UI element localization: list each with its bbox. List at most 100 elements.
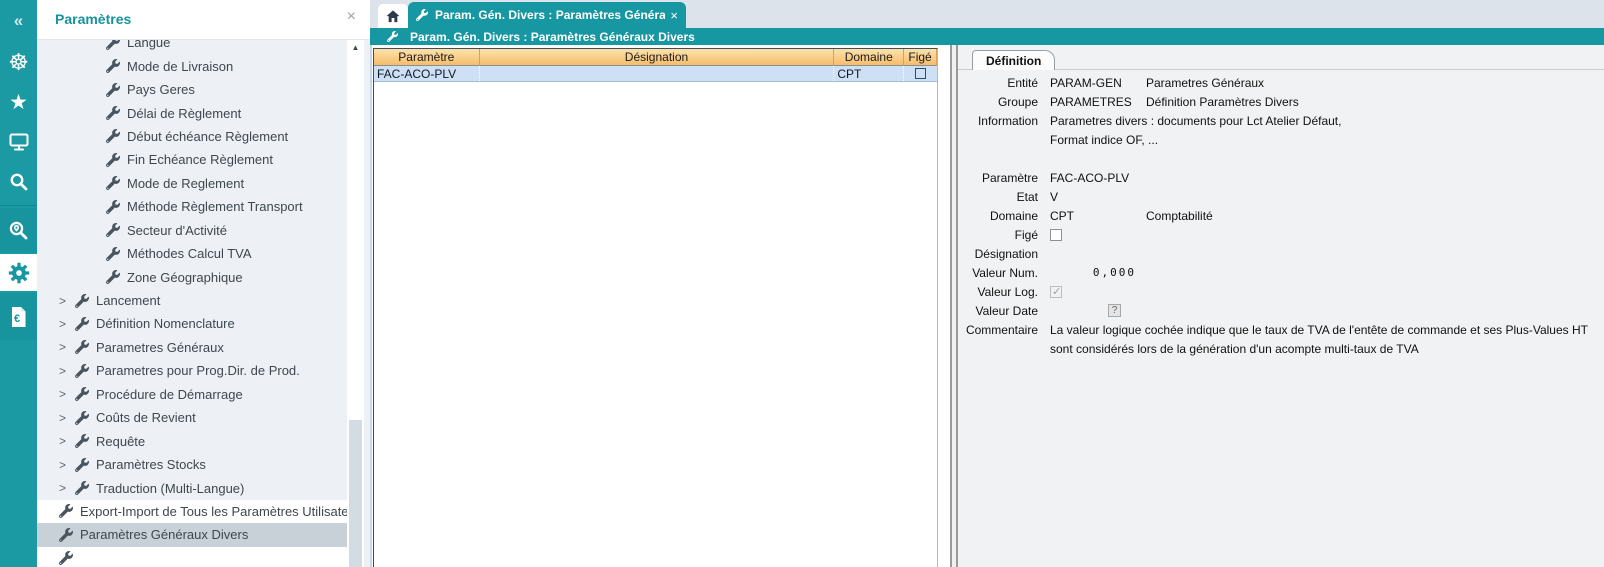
expand-chevron-icon[interactable]: >	[59, 411, 75, 425]
tree-item[interactable]: Export-Import de Tous les Paramètres Uti…	[37, 500, 347, 523]
panel-title: Paramètres	[55, 11, 131, 27]
expand-chevron-icon[interactable]: >	[59, 317, 75, 331]
tree-item[interactable]: Secteur d'Activité	[37, 219, 347, 242]
collapse-sidebar-icon[interactable]: «	[0, 2, 37, 40]
parameters-grid: ParamètreDésignationDomaineFigé FAC-ACO-…	[373, 48, 938, 567]
field-value: CPT	[1050, 209, 1074, 223]
column-header[interactable]: Figé	[904, 49, 937, 66]
expand-chevron-icon[interactable]: >	[59, 434, 75, 448]
column-header[interactable]: Désignation	[480, 49, 835, 66]
tree-item-label: Pays Geres	[127, 82, 195, 97]
tree-item[interactable]: Mode de Reglement	[37, 172, 347, 195]
column-header[interactable]: Paramètre	[374, 49, 480, 66]
wrench-icon	[75, 387, 89, 401]
view-title: Param. Gén. Divers : Paramètres Généraux…	[410, 30, 695, 44]
tree-item[interactable]	[37, 547, 347, 567]
table-row[interactable]: FAC-ACO-PLVCPT	[374, 66, 937, 82]
expand-chevron-icon[interactable]: >	[59, 364, 75, 378]
tab-label: Param. Gén. Divers : Paramètres Généra..…	[435, 8, 665, 22]
scrollbar-up-arrow-icon[interactable]: ▲	[347, 43, 364, 52]
panel-header: Paramètres ×	[37, 0, 370, 40]
search-glyph	[9, 172, 29, 192]
parameters-tree: Langue Mode de Livraison Pays Geres Délai d…	[37, 40, 347, 567]
tree-item-label: Requête	[96, 434, 145, 449]
field-row-commentaire-2: sont considérés lors de la génération d'…	[958, 339, 1604, 358]
tree-item[interactable]: > Parametres pour Prog.Dir. de Prod.	[37, 359, 347, 382]
tree-item[interactable]: Méthode Règlement Transport	[37, 195, 347, 218]
fige-row-checkbox[interactable]	[915, 68, 926, 79]
tree-item-label: Secteur d'Activité	[127, 223, 227, 238]
wrench-icon	[106, 270, 120, 284]
wrench-icon	[106, 223, 120, 237]
tree-item[interactable]: >Coûts de Revient	[37, 406, 347, 429]
invoice-euro-icon[interactable]: €	[0, 293, 37, 340]
tree-scrollbar[interactable]: ▲	[347, 40, 364, 567]
column-header[interactable]: Domaine	[834, 49, 904, 66]
helm-icon[interactable]: ☸	[0, 42, 37, 82]
tree-item-label: Méthodes Calcul TVA	[127, 246, 252, 261]
tree-item[interactable]: > Définition Nomenclature	[37, 312, 347, 335]
tree-item[interactable]: > Requête	[37, 429, 347, 452]
tab-close-icon[interactable]: ×	[670, 9, 678, 22]
tree-item[interactable]: Langue	[37, 40, 347, 54]
tree-item[interactable]: Délai de Règlement	[37, 101, 347, 124]
field-description: Parametres Généraux	[1146, 76, 1264, 90]
field-row-information-2: Format indice OF, ...	[958, 130, 1604, 149]
search-location-icon[interactable]	[0, 208, 37, 252]
expand-chevron-icon[interactable]: >	[59, 294, 75, 308]
tree-item-label: Délai de Règlement	[127, 106, 241, 121]
settings-gear-icon[interactable]	[0, 254, 37, 291]
tree-item[interactable]: Mode de Livraison	[37, 54, 347, 77]
monitor-icon[interactable]	[0, 122, 37, 162]
search-icon[interactable]	[0, 162, 37, 202]
tab-home[interactable]	[378, 4, 408, 28]
tab-definition[interactable]: Définition	[972, 50, 1055, 70]
tree-item[interactable]: Zone Géographique	[37, 265, 347, 288]
tree-item[interactable]: Méthodes Calcul TVA	[37, 242, 347, 265]
tree-item[interactable]: >Paramètres Stocks	[37, 453, 347, 476]
expand-chevron-icon[interactable]: >	[59, 387, 75, 401]
search-location-glyph	[8, 220, 29, 241]
field-value: PARAM-GEN	[1050, 76, 1122, 90]
field-label: Valeur Num.	[958, 266, 1038, 280]
tree-item[interactable]: >Procédure de Démarrage	[37, 383, 347, 406]
tree-item[interactable]: Paramètres Généraux Divers	[37, 523, 347, 546]
date-helper-button[interactable]: ?	[1108, 304, 1121, 317]
grid-header-row: ParamètreDésignationDomaineFigé	[374, 49, 937, 66]
field-label: Figé	[958, 228, 1038, 242]
field-row-entite: EntitéPARAM-GENParametres Généraux	[958, 73, 1604, 92]
wrench-icon	[106, 40, 120, 50]
field-value: 0,000	[1050, 266, 1136, 279]
tree-item[interactable]: >Traduction (Multi-Langue)	[37, 476, 347, 499]
tree-item[interactable]: Fin Echéance Règlement	[37, 148, 347, 171]
expand-chevron-icon[interactable]: >	[59, 340, 75, 354]
tree-item[interactable]: Début échéance Règlement	[37, 125, 347, 148]
field-value: PARAMETRES	[1050, 95, 1132, 109]
field-description: Définition Paramètres Divers	[1146, 95, 1299, 109]
field-label: Groupe	[958, 95, 1038, 109]
star-icon[interactable]: ★	[0, 82, 37, 122]
definition-fields: EntitéPARAM-GENParametres GénérauxGroupe…	[958, 73, 1604, 358]
wrench-icon	[59, 504, 73, 518]
field-label: Information	[958, 114, 1038, 128]
wrench-icon	[106, 59, 120, 73]
fige-checkbox[interactable]	[1050, 229, 1062, 241]
scrollbar-thumb[interactable]	[349, 420, 362, 567]
panel-close-icon[interactable]: ×	[347, 9, 356, 25]
tree-item[interactable]: >Lancement	[37, 289, 347, 312]
tree-item-label: Parametres pour Prog.Dir. de Prod.	[96, 363, 300, 378]
tree-item[interactable]: >Parametres Généraux	[37, 336, 347, 359]
tree-item-label: Langue	[127, 40, 170, 50]
expand-chevron-icon[interactable]: >	[59, 481, 75, 495]
monitor-glyph	[9, 133, 29, 151]
tree-item-label: Paramètres Généraux Divers	[80, 527, 248, 542]
field-row-commentaire: CommentaireLa valeur logique cochée indi…	[958, 320, 1604, 339]
tab-active[interactable]: Param. Gén. Divers : Paramètres Généra..…	[408, 2, 686, 28]
tree-item-label: Mode de Livraison	[127, 59, 233, 74]
tree-item-label: Définition Nomenclature	[96, 316, 235, 331]
definition-splitter[interactable]	[950, 45, 958, 567]
tree-item[interactable]: Pays Geres	[37, 78, 347, 101]
field-value: Parametres divers : documents pour Lct A…	[1050, 114, 1341, 128]
field-row-valeur-log: Valeur Log.	[958, 282, 1604, 301]
expand-chevron-icon[interactable]: >	[59, 458, 75, 472]
